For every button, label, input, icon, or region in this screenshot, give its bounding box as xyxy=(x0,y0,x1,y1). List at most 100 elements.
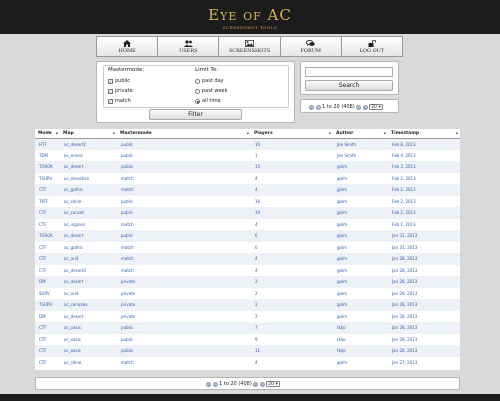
players-cell[interactable]: 4 xyxy=(251,264,333,276)
mastermode-cell[interactable]: private xyxy=(117,276,251,288)
timestamp-cell[interactable]: Jan 27, 2013 xyxy=(388,356,460,368)
author-cell[interactable]: golm xyxy=(333,195,388,207)
author-cell[interactable]: golm xyxy=(333,218,388,230)
radio-all-time[interactable] xyxy=(195,98,200,104)
next-page-icon[interactable]: › xyxy=(253,381,259,387)
author-cell[interactable]: golm xyxy=(333,276,388,288)
page-size-select[interactable]: 20 ▾ xyxy=(369,104,383,110)
map-cell[interactable]: ac_desert3 xyxy=(60,264,117,276)
col-players-header[interactable]: Players ◆ xyxy=(251,129,333,139)
map-cell[interactable]: ac_desert xyxy=(60,276,117,288)
mastermode-cell[interactable]: private xyxy=(117,310,251,322)
map-cell[interactable]: ac_gothic xyxy=(60,184,117,196)
nav-screenshots-button[interactable]: SCREENSHOTS xyxy=(219,37,280,56)
table-row[interactable]: CTF ac_sunset public 19 golm Feb 2, 2013 xyxy=(35,207,460,219)
players-cell[interactable]: 9 xyxy=(251,333,333,345)
mode-cell[interactable]: TOSOK xyxy=(35,161,60,173)
timestamp-cell[interactable]: Jan 28, 2013 xyxy=(388,253,460,265)
mode-cell[interactable]: TOSOK xyxy=(35,230,60,242)
author-cell[interactable]: golm xyxy=(333,207,388,219)
map-cell[interactable]: ac_arid xyxy=(60,253,117,265)
timestamp-cell[interactable]: Feb 4, 2013 xyxy=(388,149,460,161)
map-cell[interactable]: ac_arid xyxy=(60,287,117,299)
players-cell[interactable]: 2 xyxy=(251,299,333,311)
mastermode-cell[interactable]: public xyxy=(117,230,251,242)
mode-cell[interactable]: CTF xyxy=(35,218,60,230)
nav-home-button[interactable]: HOME xyxy=(97,37,158,56)
map-cell[interactable]: ac_shine xyxy=(60,356,117,368)
mastermode-cell[interactable]: match xyxy=(117,264,251,276)
players-cell[interactable]: 2 xyxy=(251,276,333,288)
players-cell[interactable]: 4 xyxy=(251,172,333,184)
filter-button[interactable]: Filter xyxy=(149,109,242,120)
table-row[interactable]: TOSOK ac_desert public 15 golm Feb 3, 2013 xyxy=(35,161,460,173)
mode-cell[interactable]: CTF xyxy=(35,184,60,196)
author-cell[interactable]: golm xyxy=(333,172,388,184)
table-row[interactable]: TSURV ac_complex private 2 golm Jan 28, 2013 xyxy=(35,299,460,311)
timestamp-cell[interactable]: Feb 8, 2013 xyxy=(388,138,460,150)
checkbox-public[interactable]: ✓ xyxy=(108,78,113,84)
mode-cell[interactable]: CTF xyxy=(35,345,60,357)
timestamp-cell[interactable]: Jan 31, 2013 xyxy=(388,241,460,253)
last-page-icon[interactable]: » xyxy=(259,381,265,387)
author-cell[interactable]: golm xyxy=(333,264,388,276)
checkbox-match[interactable]: ✓ xyxy=(108,98,113,104)
mode-cell[interactable]: CTF xyxy=(35,356,60,368)
table-row[interactable]: DM ac_desert private 2 golm Jan 28, 2013 xyxy=(35,276,460,288)
table-row[interactable]: TDM ac_mines public 1 Joe Smith Feb 4, 2013 xyxy=(35,149,460,161)
map-cell[interactable]: ac_desert2 xyxy=(60,138,117,150)
players-cell[interactable]: 6 xyxy=(251,230,333,242)
limit-past-day-option[interactable]: past day xyxy=(195,76,228,86)
mastermode-cell[interactable]: public xyxy=(117,149,251,161)
col-map-header[interactable]: Map ◆ xyxy=(60,129,117,139)
author-cell[interactable]: golm xyxy=(333,184,388,196)
mode-cell[interactable]: TKTF xyxy=(35,195,60,207)
author-cell[interactable]: golm xyxy=(333,310,388,322)
first-page-icon[interactable]: « xyxy=(206,381,211,387)
players-cell[interactable]: 15 xyxy=(251,161,333,173)
table-row[interactable]: CTF ac_arid match 4 golm Jan 28, 2013 xyxy=(35,253,460,265)
map-cell[interactable]: ac_desert xyxy=(60,310,117,322)
col-mode-header[interactable]: Mode ◆ xyxy=(35,129,60,139)
table-row[interactable]: CTF ac_desert3 match 4 golm Jan 28, 2013 xyxy=(35,264,460,276)
players-cell[interactable]: 6 xyxy=(251,241,333,253)
mode-cell[interactable]: TSURV xyxy=(35,172,60,184)
author-cell[interactable]: Joe Smith xyxy=(333,138,388,150)
col-timestamp-header[interactable]: Timestamp ◆ xyxy=(388,129,460,139)
mode-cell[interactable]: CTF xyxy=(35,264,60,276)
timestamp-cell[interactable]: Jan 28, 2013 xyxy=(388,276,460,288)
page-size-select[interactable]: 20 ▾ xyxy=(266,381,280,387)
author-cell[interactable]: golm xyxy=(333,299,388,311)
mode-cell[interactable]: HTF xyxy=(35,138,60,150)
author-cell[interactable]: golm xyxy=(333,356,388,368)
author-cell[interactable]: golm xyxy=(333,287,388,299)
players-cell[interactable]: 11 xyxy=(251,345,333,357)
map-cell[interactable]: ac_shine xyxy=(60,195,117,207)
limit-all-time-option[interactable]: all time xyxy=(195,96,228,106)
table-row[interactable]: CTF ac_oasis public 9 tkljo Jan 28, 2013 xyxy=(35,333,460,345)
author-cell[interactable]: golm xyxy=(333,230,388,242)
timestamp-cell[interactable]: Jan 28, 2013 xyxy=(388,287,460,299)
timestamp-cell[interactable]: Jan 28, 2013 xyxy=(388,264,460,276)
players-cell[interactable]: 1 xyxy=(251,149,333,161)
radio-past-day[interactable] xyxy=(195,78,200,84)
map-cell[interactable]: ac_ingress xyxy=(60,218,117,230)
mastermode-match-option[interactable]: ✓ match xyxy=(108,96,144,106)
mastermode-cell[interactable]: private xyxy=(117,299,251,311)
timestamp-cell[interactable]: Jan 28, 2013 xyxy=(388,299,460,311)
search-button[interactable]: Search xyxy=(305,80,393,91)
mode-cell[interactable]: SURV xyxy=(35,287,60,299)
radio-past-week[interactable] xyxy=(195,88,200,94)
mastermode-cell[interactable]: match xyxy=(117,241,251,253)
last-page-icon[interactable]: » xyxy=(362,104,368,110)
players-cell[interactable]: 7 xyxy=(251,322,333,334)
table-row[interactable]: CTF ac_oasis public 11 tkljo Jan 28, 2013 xyxy=(35,345,460,357)
table-row[interactable]: CTF ac_oasis public 7 tkljo Jan 28, 2013 xyxy=(35,322,460,334)
mastermode-cell[interactable]: public xyxy=(117,195,251,207)
mastermode-public-option[interactable]: ✓ public xyxy=(108,76,144,86)
mastermode-cell[interactable]: public xyxy=(117,138,251,150)
timestamp-cell[interactable]: Feb 1, 2013 xyxy=(388,218,460,230)
mode-cell[interactable]: DM xyxy=(35,276,60,288)
mode-cell[interactable]: CTF xyxy=(35,253,60,265)
limit-past-week-option[interactable]: past week xyxy=(195,86,228,96)
